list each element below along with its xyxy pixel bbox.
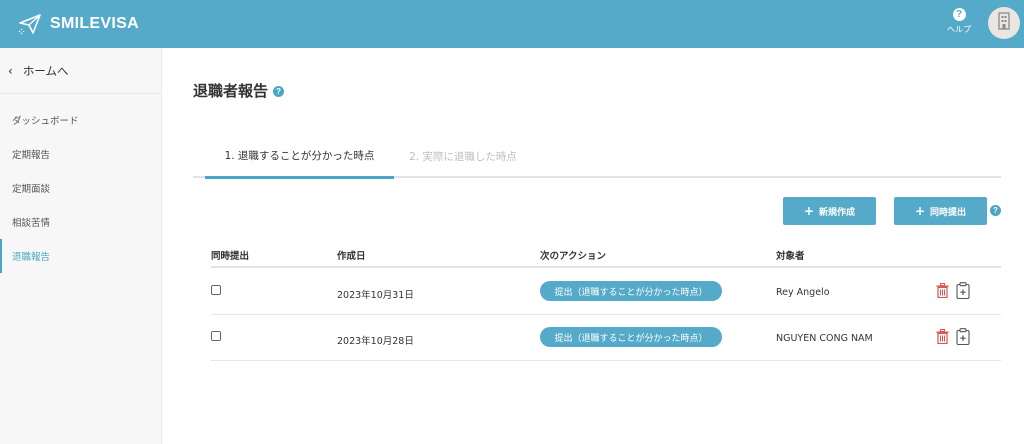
table-header-divider	[211, 266, 1001, 268]
brand-name: SMILEVISA	[50, 15, 139, 32]
sidebar-item-periodic-report[interactable]: 定期報告	[0, 137, 161, 171]
row-checkbox[interactable]	[211, 285, 221, 295]
simultaneous-submit-button[interactable]: + 同時提出	[894, 197, 987, 225]
next-action-button[interactable]: 提出（退職することが分かった時点）	[540, 281, 722, 301]
page-title: 退職者報告 ?	[193, 80, 285, 101]
paper-plane-icon	[18, 12, 42, 36]
building-icon	[997, 12, 1011, 34]
question-icon[interactable]: ?	[990, 205, 1001, 216]
help-label: ヘルプ	[947, 25, 971, 34]
row-created-date: 2023年10月31日	[337, 290, 414, 301]
brand-logo[interactable]: SMILEVISA	[18, 10, 139, 38]
simultaneous-submit-label: 同時提出	[930, 207, 967, 218]
table-row-divider	[211, 360, 1001, 361]
question-icon[interactable]: ?	[273, 86, 285, 97]
tab-actual-retirement[interactable]: 2. 実際に退職した時点	[398, 134, 528, 178]
clipboard-plus-icon[interactable]	[956, 328, 970, 349]
column-header-created-date: 作成日	[337, 251, 366, 262]
row-target-person: NGUYEN CONG NAM	[776, 333, 873, 344]
column-header-target-person: 対象者	[776, 251, 805, 262]
table-row-divider	[211, 314, 1001, 315]
help-button[interactable]: ? ヘルプ	[946, 8, 972, 35]
avatar[interactable]	[988, 7, 1020, 39]
row-created-date: 2023年10月28日	[337, 336, 414, 347]
new-report-label: 新規作成	[819, 207, 856, 218]
row-target-person: Rey Angelo	[776, 287, 830, 298]
column-header-simultaneous: 同時提出	[211, 251, 250, 262]
new-report-button[interactable]: + 新規作成	[783, 197, 876, 225]
sidebar-home-link[interactable]: ‹ ホームへ	[0, 48, 161, 94]
sidebar-item-periodic-interview[interactable]: 定期面談	[0, 171, 161, 205]
sidebar-item-consultation[interactable]: 相談苦情	[0, 205, 161, 239]
column-header-next-action: 次のアクション	[540, 251, 607, 262]
clipboard-plus-icon[interactable]	[956, 282, 970, 303]
row-checkbox[interactable]	[211, 331, 221, 341]
plus-icon: +	[914, 204, 926, 218]
top-header: SMILEVISA ? ヘルプ	[0, 0, 1024, 48]
page-title-text: 退職者報告	[193, 82, 269, 100]
sidebar: ‹ ホームへ ダッシュボード 定期報告 定期面談 相談苦情 退職報告	[0, 48, 162, 444]
tab-bar: 1. 退職することが分かった時点 2. 実際に退職した時点	[193, 134, 1001, 179]
help-icon: ?	[952, 8, 966, 21]
tab-known-retirement[interactable]: 1. 退職することが分かった時点	[205, 134, 394, 179]
plus-icon: +	[803, 204, 815, 218]
trash-icon[interactable]	[936, 283, 949, 302]
chevron-left-icon: ‹	[8, 63, 13, 78]
sidebar-item-dashboard[interactable]: ダッシュボード	[0, 103, 161, 137]
sidebar-item-retirement-report[interactable]: 退職報告	[0, 239, 161, 273]
next-action-button[interactable]: 提出（退職することが分かった時点）	[540, 327, 722, 347]
sidebar-home-label: ホームへ	[22, 63, 69, 78]
trash-icon[interactable]	[936, 329, 949, 348]
